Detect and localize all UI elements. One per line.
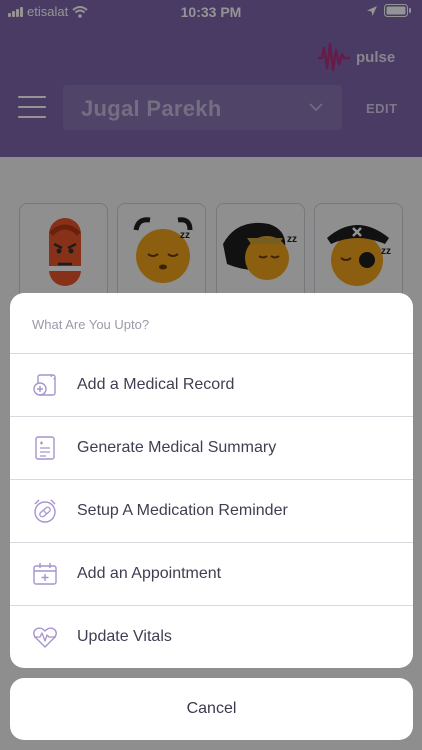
summary-document-icon	[35, 436, 55, 460]
heart-pulse-icon	[33, 627, 57, 648]
action-sheet-title: What Are You Upto?	[10, 293, 413, 354]
alarm-pill-icon	[34, 499, 56, 523]
action-label: Update Vitals	[77, 628, 172, 645]
cancel-button[interactable]: Cancel	[10, 678, 413, 740]
action-setup-medication-reminder[interactable]: Setup A Medication Reminder	[10, 480, 413, 543]
action-add-medical-record[interactable]: Add a Medical Record	[10, 354, 413, 417]
medical-record-icon	[33, 374, 56, 396]
action-label: Add a Medical Record	[77, 376, 235, 393]
action-add-appointment[interactable]: Add an Appointment	[10, 543, 413, 606]
action-generate-medical-summary[interactable]: Generate Medical Summary	[10, 417, 413, 480]
action-label: Add an Appointment	[77, 565, 222, 582]
action-label: Generate Medical Summary	[77, 439, 277, 456]
action-label: Setup A Medication Reminder	[77, 502, 288, 519]
calendar-add-icon	[33, 563, 57, 585]
action-update-vitals[interactable]: Update Vitals	[10, 606, 413, 668]
action-sheet: What Are You Upto? Add a Medical Record …	[10, 293, 413, 668]
